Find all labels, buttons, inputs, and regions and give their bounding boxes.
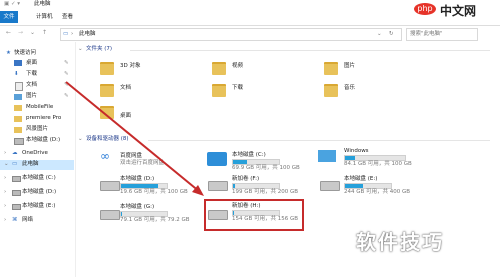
- watermark-text: 软件技巧: [356, 230, 444, 254]
- watermark-logo: 中文网: [440, 4, 477, 18]
- php-logo-icon: php: [414, 3, 436, 15]
